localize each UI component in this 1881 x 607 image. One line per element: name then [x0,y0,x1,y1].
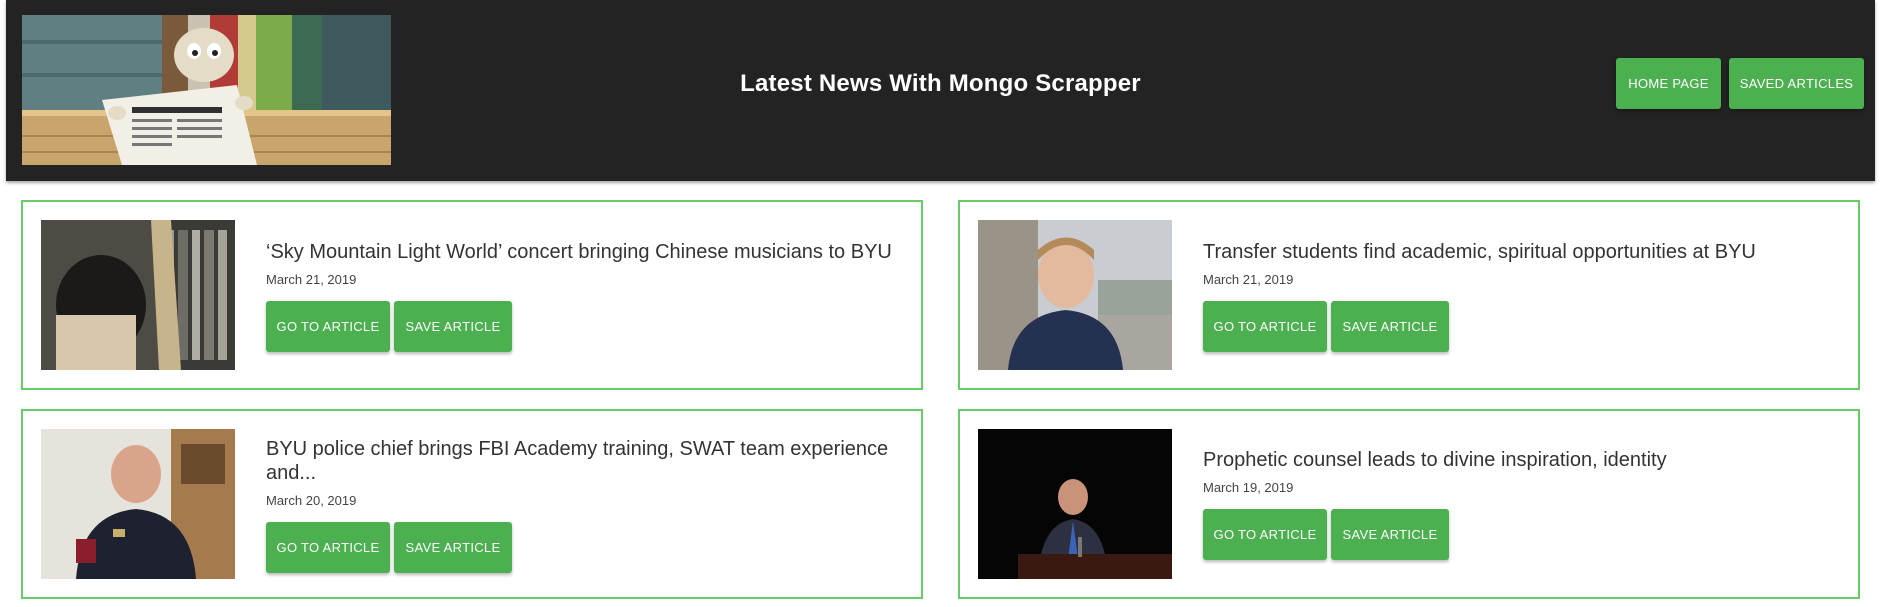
page-title: Latest News With Mongo Scrapper [740,70,1141,97]
logo-image [22,15,391,165]
article-thumbnail [41,429,235,579]
article-headline[interactable]: Transfer students find academic, spiritu… [1203,240,1843,264]
thumbnail-image [41,429,235,579]
home-page-button[interactable]: HOME PAGE [1616,58,1721,109]
article-thumbnail [978,220,1172,370]
article-card: Transfer students find academic, spiritu… [958,200,1860,390]
save-article-button[interactable]: SAVE ARTICLE [1331,509,1449,560]
site-header: Latest News With Mongo Scrapper HOME PAG… [6,0,1875,181]
save-article-button[interactable]: SAVE ARTICLE [394,522,512,573]
article-thumbnail [978,429,1172,579]
go-to-article-button[interactable]: GO TO ARTICLE [1203,301,1327,352]
article-date: March 20, 2019 [266,493,357,508]
save-article-button[interactable]: SAVE ARTICLE [394,301,512,352]
article-date: March 19, 2019 [1203,480,1294,495]
thumbnail-image [41,220,235,370]
site-logo [22,15,391,165]
article-thumbnail [41,220,235,370]
article-card: BYU police chief brings FBI Academy trai… [21,409,923,599]
article-card: ‘Sky Mountain Light World’ concert bring… [21,200,923,390]
article-headline[interactable]: BYU police chief brings FBI Academy trai… [266,437,906,485]
go-to-article-button[interactable]: GO TO ARTICLE [266,301,390,352]
article-card: Prophetic counsel leads to divine inspir… [958,409,1860,599]
go-to-article-button[interactable]: GO TO ARTICLE [1203,509,1327,560]
article-headline[interactable]: ‘Sky Mountain Light World’ concert bring… [266,240,906,264]
article-date: March 21, 2019 [266,272,357,287]
thumbnail-image [978,220,1172,370]
go-to-article-button[interactable]: GO TO ARTICLE [266,522,390,573]
article-headline[interactable]: Prophetic counsel leads to divine inspir… [1203,448,1843,472]
thumbnail-image [978,429,1172,579]
article-date: March 21, 2019 [1203,272,1294,287]
saved-articles-button[interactable]: SAVED ARTICLES [1729,58,1864,109]
save-article-button[interactable]: SAVE ARTICLE [1331,301,1449,352]
